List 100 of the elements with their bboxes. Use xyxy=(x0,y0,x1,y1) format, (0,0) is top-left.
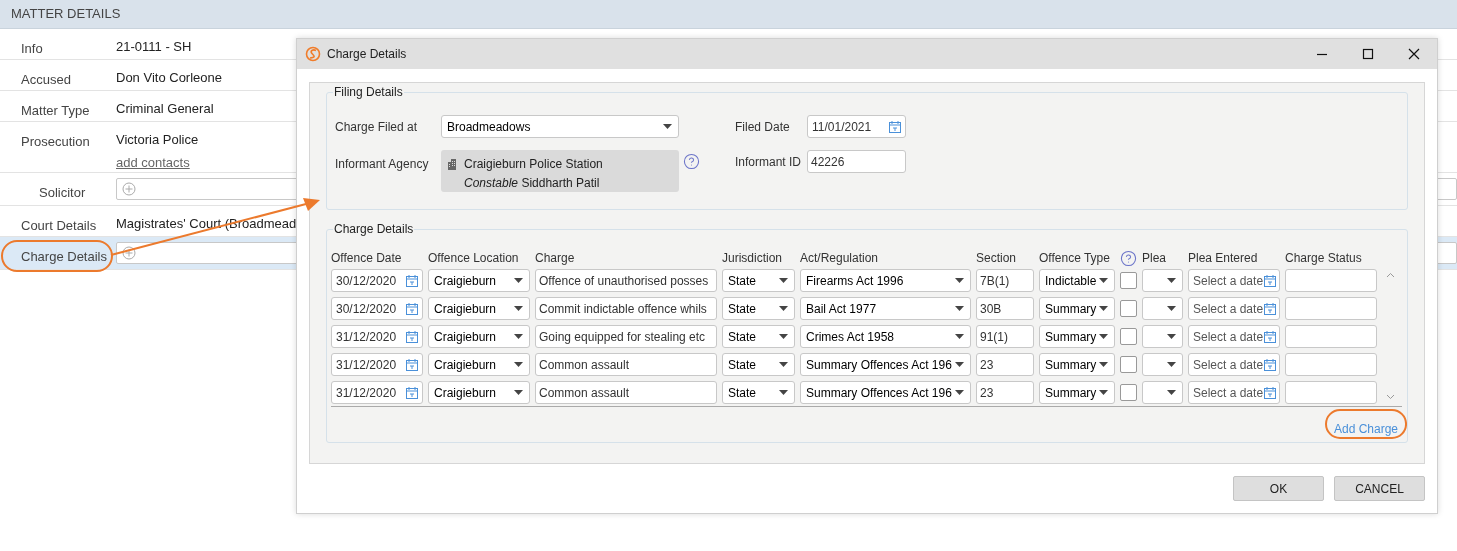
charge-status-field[interactable] xyxy=(1285,325,1377,348)
offence-type-dropdown[interactable]: Summary xyxy=(1039,353,1115,376)
column-header: Plea xyxy=(1142,250,1167,267)
calendar-icon[interactable] xyxy=(405,385,419,400)
dropdown-caret-icon xyxy=(514,306,523,311)
act-dropdown[interactable]: Summary Offences Act 196 xyxy=(800,381,971,404)
checkbox[interactable] xyxy=(1120,300,1137,317)
charge-status-field[interactable] xyxy=(1285,381,1377,404)
section-field[interactable]: 7B(1) xyxy=(976,269,1034,292)
close-icon xyxy=(1408,48,1420,60)
location-dropdown[interactable]: Craigieburn xyxy=(428,325,530,348)
dropdown-caret-icon xyxy=(1099,362,1108,367)
jurisdiction-dropdown[interactable]: State xyxy=(722,381,795,404)
calendar-icon[interactable] xyxy=(405,357,419,372)
checkbox[interactable] xyxy=(1120,328,1137,345)
plea-entered-field[interactable]: Select a date xyxy=(1188,381,1280,404)
section-field[interactable]: 91(1) xyxy=(976,325,1034,348)
column-header: Offence Type xyxy=(1039,250,1110,267)
plea-entered-field[interactable]: Select a date xyxy=(1188,325,1280,348)
help-icon[interactable] xyxy=(1120,249,1137,267)
plea-dropdown[interactable] xyxy=(1142,269,1183,292)
section-field[interactable]: 30B xyxy=(976,297,1034,320)
calendar-icon[interactable] xyxy=(405,329,419,344)
dialog-button[interactable]: OK xyxy=(1233,476,1324,501)
column-header: Offence Location xyxy=(428,250,519,267)
column-header: Offence Date xyxy=(331,250,402,267)
charge-field[interactable]: Offence of unauthorised posses xyxy=(535,269,717,292)
section-field[interactable]: 23 xyxy=(976,353,1034,376)
plea-entered-field[interactable]: Select a date xyxy=(1188,269,1280,292)
add-icon[interactable] xyxy=(122,246,136,260)
charge-filed-at-dropdown[interactable]: Broadmeadows xyxy=(441,115,679,138)
act-dropdown[interactable]: Bail Act 1977 xyxy=(800,297,971,320)
act-dropdown[interactable]: Crimes Act 1958 xyxy=(800,325,971,348)
dropdown-caret-icon xyxy=(1167,278,1176,283)
act-dropdown[interactable]: Summary Offences Act 196 xyxy=(800,353,971,376)
jurisdiction-dropdown[interactable]: State xyxy=(722,353,795,376)
offence-type-dropdown[interactable]: Summary xyxy=(1039,325,1115,348)
dropdown-caret-icon xyxy=(514,334,523,339)
plea-dropdown[interactable] xyxy=(1142,325,1183,348)
informant-id-field[interactable]: 42226 xyxy=(807,150,906,173)
location-dropdown[interactable]: Craigieburn xyxy=(428,353,530,376)
plea-dropdown[interactable] xyxy=(1142,353,1183,376)
section-title: MATTER DETAILS xyxy=(11,5,121,24)
calendar-icon[interactable] xyxy=(1263,273,1278,288)
charge-field[interactable]: Commit indictable offence whils xyxy=(535,297,717,320)
dropdown-caret-icon xyxy=(1099,278,1108,283)
dropdown-caret-icon xyxy=(1167,306,1176,311)
dropdown-caret-icon xyxy=(1099,390,1108,395)
add-icon[interactable] xyxy=(122,182,136,196)
charge-status-field[interactable] xyxy=(1285,353,1377,376)
calendar-icon[interactable] xyxy=(1263,357,1278,372)
calendar-icon[interactable] xyxy=(1263,385,1278,400)
calendar-icon[interactable] xyxy=(405,273,419,288)
field-value: Magistrates' Court (Broadmead xyxy=(116,215,297,233)
location-dropdown[interactable]: Craigieburn xyxy=(428,381,530,404)
calendar-icon[interactable] xyxy=(1263,301,1278,316)
add-contacts-link[interactable]: add contacts xyxy=(116,152,199,172)
dropdown-caret-icon xyxy=(1167,390,1176,395)
plea-entered-field[interactable]: Select a date xyxy=(1188,353,1280,376)
jurisdiction-dropdown[interactable]: State xyxy=(722,269,795,292)
offence-date-field[interactable]: 30/12/2020 xyxy=(331,297,423,320)
charge-status-field[interactable] xyxy=(1285,269,1377,292)
charge-status-field[interactable] xyxy=(1285,297,1377,320)
dropdown-caret-icon xyxy=(514,362,523,367)
calendar-icon[interactable] xyxy=(1263,329,1278,344)
column-header: Charge xyxy=(535,250,575,267)
dropdown-caret-icon xyxy=(779,306,788,311)
offence-type-dropdown[interactable]: Summary xyxy=(1039,297,1115,320)
agency-name: Craigieburn Police Station xyxy=(464,156,603,173)
filed-date-field[interactable]: 11/01/2021 xyxy=(807,115,906,138)
column-header: Jurisdiction xyxy=(722,250,783,267)
checkbox[interactable] xyxy=(1120,356,1137,373)
offence-date-field[interactable]: 31/12/2020 xyxy=(331,353,423,376)
section-field[interactable]: 23 xyxy=(976,381,1034,404)
location-dropdown[interactable]: Craigieburn xyxy=(428,269,530,292)
plea-entered-field[interactable]: Select a date xyxy=(1188,297,1280,320)
scroll-down-icon[interactable] xyxy=(1386,394,1395,400)
informant-agency-card[interactable]: Craigieburn Police Station Constable Siddharth Patil xyxy=(441,150,679,192)
plea-dropdown[interactable] xyxy=(1142,381,1183,404)
plea-dropdown[interactable] xyxy=(1142,297,1183,320)
offence-date-field[interactable]: 31/12/2020 xyxy=(331,381,423,404)
maximize-icon xyxy=(1362,48,1374,60)
charge-field[interactable]: Going equipped for stealing etc xyxy=(535,325,717,348)
charge-field[interactable]: Common assault xyxy=(535,381,717,404)
jurisdiction-dropdown[interactable]: State xyxy=(722,325,795,348)
scroll-up-icon[interactable] xyxy=(1386,272,1395,278)
jurisdiction-dropdown[interactable]: State xyxy=(722,297,795,320)
offence-date-field[interactable]: 31/12/2020 xyxy=(331,325,423,348)
checkbox[interactable] xyxy=(1120,272,1137,289)
location-dropdown[interactable]: Craigieburn xyxy=(428,297,530,320)
dialog-button[interactable]: CANCEL xyxy=(1334,476,1425,501)
calendar-icon[interactable] xyxy=(405,301,419,316)
offence-type-dropdown[interactable]: Summary xyxy=(1039,381,1115,404)
calendar-icon[interactable] xyxy=(888,119,902,134)
offence-date-field[interactable]: 30/12/2020 xyxy=(331,269,423,292)
checkbox[interactable] xyxy=(1120,384,1137,401)
act-dropdown[interactable]: Firearms Act 1996 xyxy=(800,269,971,292)
charge-field[interactable]: Common assault xyxy=(535,353,717,376)
offence-type-dropdown[interactable]: Indictable xyxy=(1039,269,1115,292)
help-icon[interactable] xyxy=(683,153,700,170)
